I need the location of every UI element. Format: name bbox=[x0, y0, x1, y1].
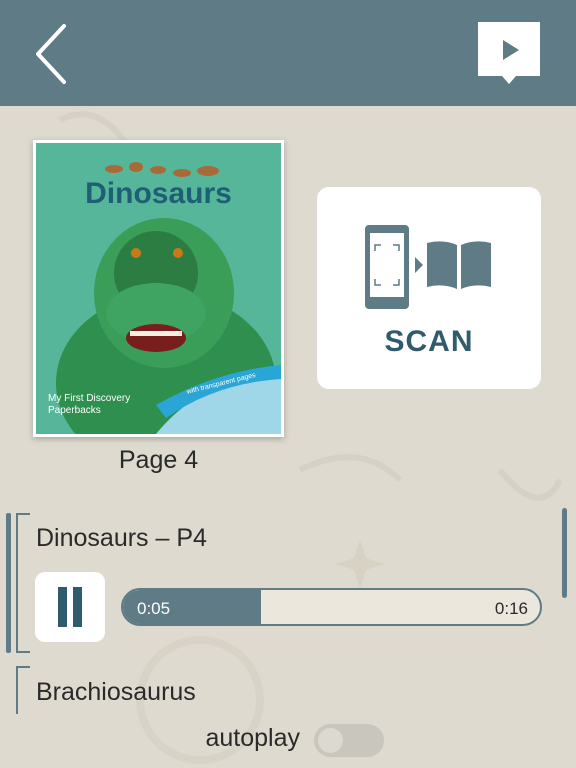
current-time: 0:05 bbox=[137, 599, 171, 618]
audio-book-button[interactable] bbox=[476, 20, 542, 86]
book-cover-image: Dinosaurs My First Discovery Paperbacks … bbox=[36, 143, 281, 434]
top-bar bbox=[0, 0, 576, 106]
phone-scan-book-icon bbox=[365, 225, 491, 309]
pause-button[interactable] bbox=[35, 572, 105, 642]
progress-bar[interactable]: 0:05 0:16 bbox=[121, 588, 542, 626]
scan-label: SCAN bbox=[384, 325, 474, 358]
page-label: Page 4 bbox=[118, 446, 199, 474]
scan-button[interactable]: SCAN bbox=[317, 187, 541, 389]
next-track-title[interactable]: Brachiosaurus bbox=[36, 678, 196, 707]
book-play-icon bbox=[478, 22, 540, 84]
chevron-left-icon bbox=[36, 24, 66, 84]
toggle-knob bbox=[318, 728, 343, 753]
book-series-line1: My First Discovery bbox=[48, 393, 131, 404]
book-cover-title: Dinosaurs bbox=[85, 177, 232, 210]
total-time: 0:16 bbox=[494, 599, 528, 618]
autoplay-toggle[interactable] bbox=[314, 724, 384, 757]
current-track-title: Dinosaurs – P4 bbox=[36, 524, 207, 552]
scrollbar[interactable] bbox=[562, 508, 567, 598]
back-button[interactable] bbox=[28, 22, 74, 86]
active-track-indicator bbox=[6, 513, 11, 653]
next-track-bracket bbox=[16, 666, 30, 714]
active-track-bracket bbox=[16, 513, 30, 653]
autoplay-label: autoplay bbox=[205, 724, 300, 752]
book-cover[interactable]: Dinosaurs My First Discovery Paperbacks … bbox=[33, 140, 284, 437]
book-series-line2: Paperbacks bbox=[48, 405, 101, 416]
